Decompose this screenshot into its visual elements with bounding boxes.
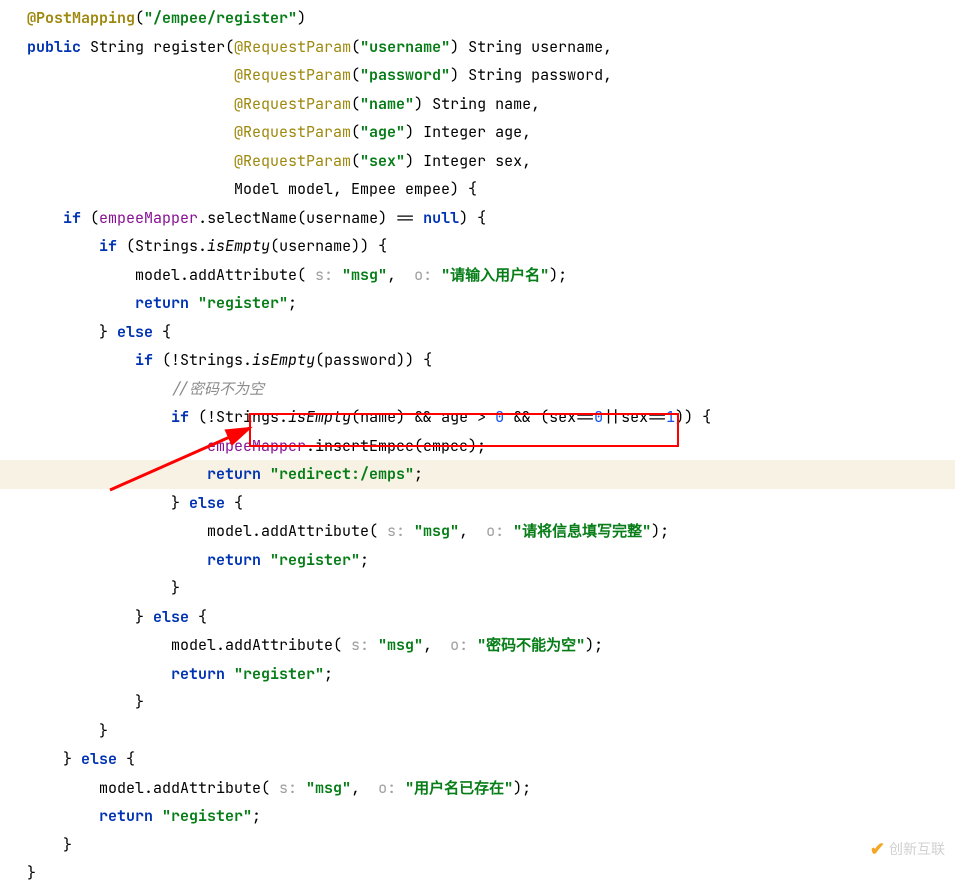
code-block: @PostMapping("/empee/register") public S…	[0, 0, 955, 888]
watermark: 创新互联	[870, 832, 945, 866]
watermark-text: 创新互联	[889, 836, 945, 863]
watermark-logo-icon	[870, 832, 885, 866]
annotation: @PostMapping	[27, 8, 135, 28]
